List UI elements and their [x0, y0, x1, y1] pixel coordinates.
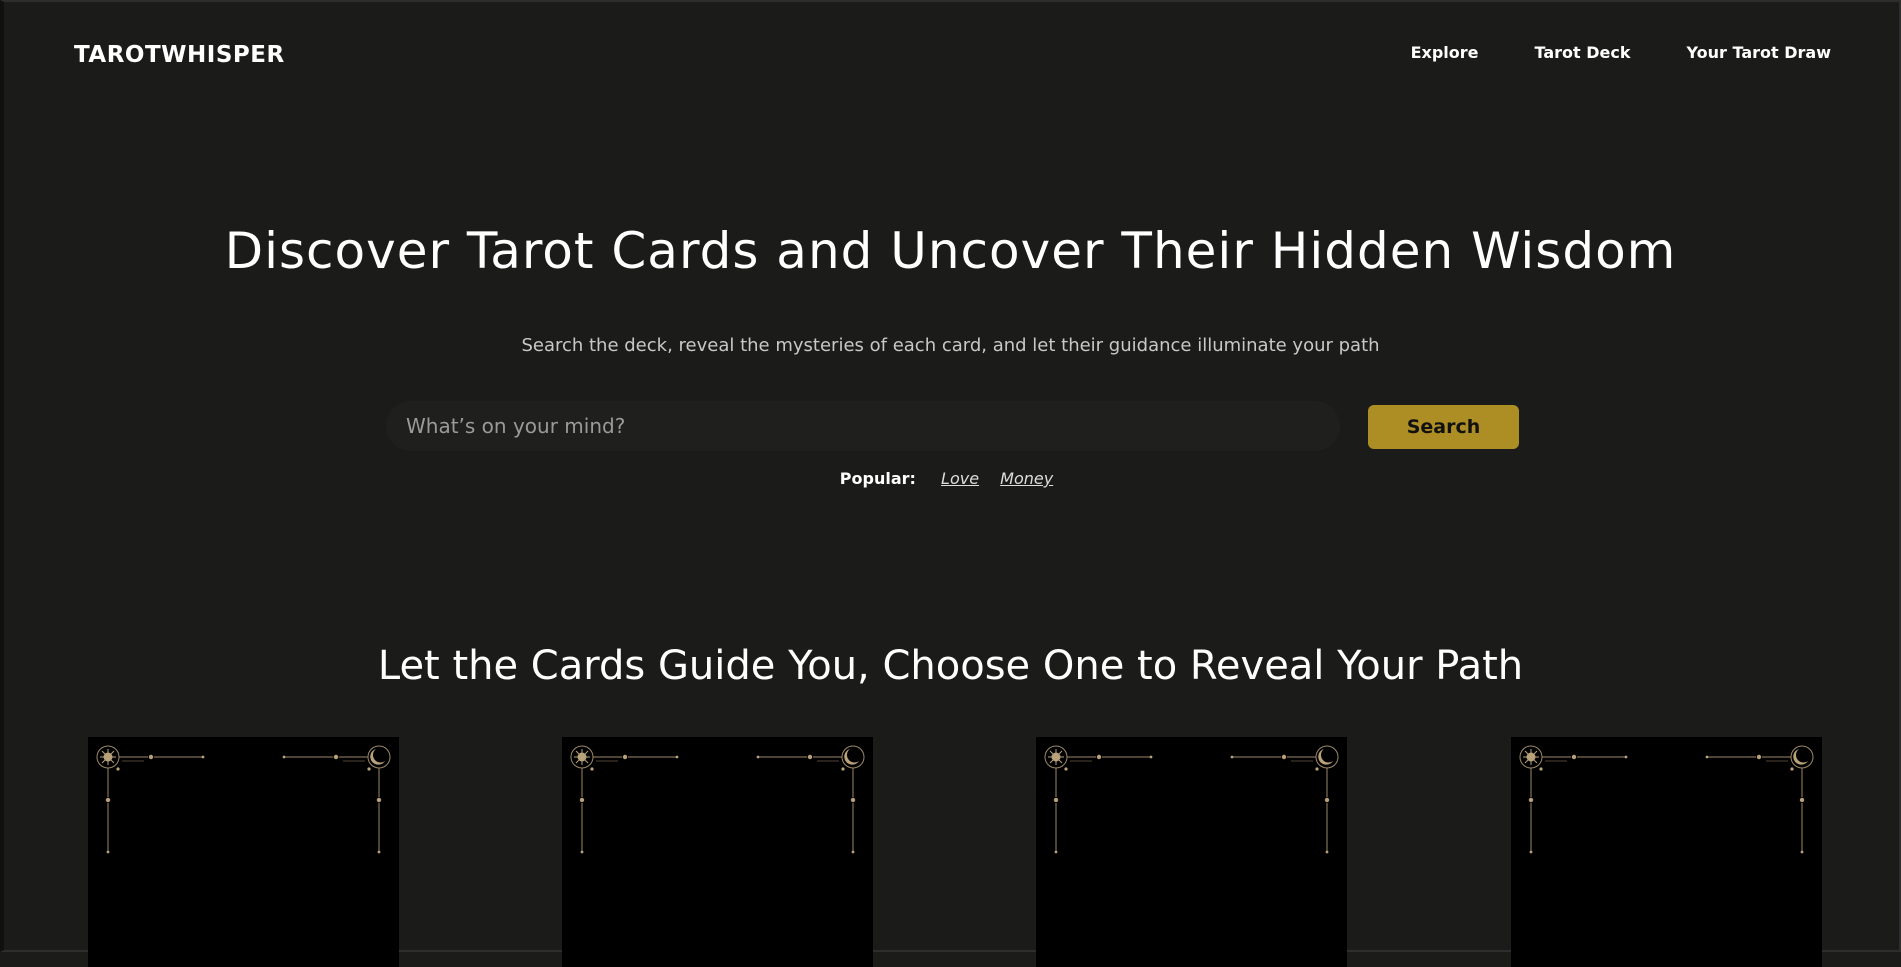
search-button[interactable]: Search: [1368, 405, 1519, 449]
nav-explore[interactable]: Explore: [1411, 43, 1479, 62]
popular-label: Popular:: [839, 469, 916, 488]
main-nav: Explore Tarot Deck Your Tarot Draw: [1411, 43, 1831, 62]
search-bar: [386, 401, 1340, 451]
nav-your-tarot-draw[interactable]: Your Tarot Draw: [1687, 43, 1831, 62]
card-ornament: [570, 745, 865, 854]
section-title: Let the Cards Guide You, Choose One to R…: [377, 643, 1524, 689]
popular-tags: Popular: Love Money: [0, 469, 1901, 488]
brand-logo[interactable]: TAROTWHISPER: [74, 42, 285, 68]
tarot-card[interactable]: [562, 737, 873, 967]
nav-tarot-deck[interactable]: Tarot Deck: [1535, 43, 1631, 62]
hero-title: Discover Tarot Cards and Uncover Their H…: [224, 222, 1677, 280]
card-ornament: [1519, 745, 1814, 854]
hero-subtitle: Search the deck, reveal the mysteries of…: [521, 335, 1380, 356]
tarot-card[interactable]: [88, 737, 399, 967]
card-ornament: [96, 745, 391, 854]
search-input[interactable]: [404, 413, 1340, 439]
popular-tag-love[interactable]: Love: [941, 469, 979, 488]
tarot-card[interactable]: [1036, 737, 1347, 967]
tarot-card[interactable]: [1511, 737, 1822, 967]
card-ornament: [1044, 745, 1339, 854]
popular-tag-money[interactable]: Money: [1000, 469, 1053, 488]
